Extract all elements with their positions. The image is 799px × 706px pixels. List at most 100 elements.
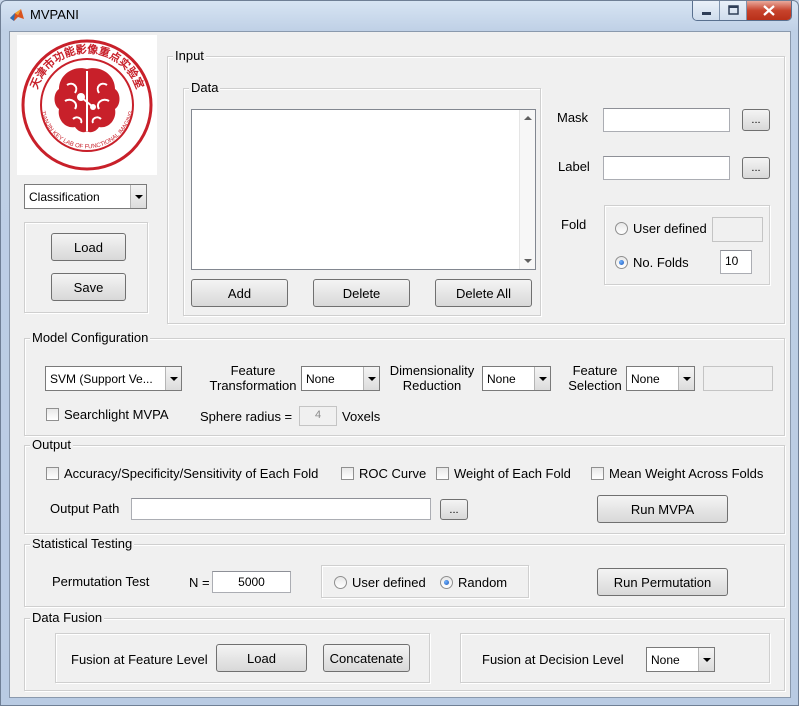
save-button[interactable]: Save — [51, 273, 126, 301]
minimize-button[interactable] — [693, 1, 720, 20]
checkbox-icon — [46, 467, 59, 480]
title-bar[interactable]: MVPANI — [1, 1, 798, 29]
data-fusion-title: Data Fusion — [30, 610, 105, 626]
data-list[interactable] — [191, 109, 536, 270]
sphere-radius-label: Sphere radius = — [200, 409, 293, 424]
chevron-down-icon — [130, 185, 146, 208]
dimensionality-reduction-select[interactable]: None — [482, 366, 551, 391]
no-folds-field[interactable]: 10 — [720, 250, 752, 274]
chevron-down-icon — [698, 648, 714, 671]
mask-field[interactable] — [603, 108, 730, 132]
permutation-mode-panel: User defined Random — [321, 565, 529, 598]
no-folds-radio[interactable]: No. Folds — [615, 255, 689, 270]
decision-fusion-panel: Fusion at Decision Level None — [460, 633, 770, 683]
feature-transformation-select[interactable]: None — [301, 366, 380, 391]
load-button[interactable]: Load — [51, 233, 126, 261]
radio-icon — [334, 576, 347, 589]
window-controls — [692, 1, 792, 21]
run-mvpa-button[interactable]: Run MVPA — [597, 495, 728, 523]
user-defined-fold-field[interactable] — [712, 217, 763, 242]
feature-fusion-panel: Fusion at Feature Level Load Concatenate — [55, 633, 430, 683]
decision-fusion-label: Fusion at Decision Level — [482, 652, 624, 667]
label-field[interactable] — [603, 156, 730, 180]
output-panel: Output Accuracy/Specificity/Sensitivity … — [24, 437, 785, 534]
sphere-radius-field[interactable]: 4 — [299, 406, 337, 426]
close-button[interactable] — [747, 1, 791, 20]
classifier-select[interactable]: SVM (Support Ve... — [45, 366, 182, 391]
data-list-scrollbar[interactable] — [519, 110, 535, 269]
decision-fusion-select[interactable]: None — [646, 647, 715, 672]
scroll-down-icon — [524, 259, 532, 263]
label-label: Label — [558, 159, 590, 174]
data-panel-title: Data — [189, 80, 221, 96]
random-permutation-radio[interactable]: Random — [440, 575, 507, 590]
chevron-down-icon — [534, 367, 550, 390]
concatenate-button[interactable]: Concatenate — [323, 644, 410, 672]
delete-all-button[interactable]: Delete All — [435, 279, 532, 307]
input-panel-title: Input — [173, 48, 206, 64]
fusion-load-button[interactable]: Load — [216, 644, 307, 672]
maximize-button[interactable] — [720, 1, 747, 20]
classifier-value: SVM (Support Ve... — [50, 371, 153, 386]
checkbox-icon — [341, 467, 354, 480]
fold-label: Fold — [561, 217, 587, 232]
stats-panel: Statistical Testing Permutation Test N =… — [24, 536, 785, 607]
label-browse-button[interactable]: ... — [742, 157, 770, 179]
minimize-icon — [702, 12, 711, 15]
radio-selected-icon — [440, 576, 453, 589]
user-defined-fold-label: User defined — [633, 221, 707, 236]
searchlight-checkbox[interactable]: Searchlight MVPA — [46, 407, 169, 422]
run-permutation-button[interactable]: Run Permutation — [597, 568, 728, 596]
accuracy-checkbox[interactable]: Accuracy/Specificity/Sensitivity of Each… — [46, 466, 318, 481]
checkbox-icon — [591, 467, 604, 480]
output-title: Output — [30, 437, 74, 453]
mask-browse-button[interactable]: ... — [742, 109, 770, 131]
accuracy-label: Accuracy/Specificity/Sensitivity of Each… — [64, 466, 319, 481]
model-config-panel: Model Configuration SVM (Support Ve... F… — [24, 330, 785, 436]
user-defined-permutation-radio[interactable]: User defined — [334, 575, 426, 590]
feature-selection-param-field[interactable] — [703, 366, 773, 391]
mode-select[interactable]: Classification — [24, 184, 147, 209]
lab-logo: 天津市功能影像重点实验室 TIANJIN KEY LAB OF FUNCTION… — [17, 35, 157, 175]
mode-select-value: Classification — [29, 189, 100, 204]
weight-each-fold-checkbox[interactable]: Weight of Each Fold — [436, 466, 571, 481]
model-config-title: Model Configuration — [30, 330, 151, 346]
chevron-down-icon — [165, 367, 181, 390]
feature-fusion-label: Fusion at Feature Level — [71, 652, 208, 667]
dimensionality-reduction-line1: Dimensionality — [389, 363, 475, 378]
feature-selection-select[interactable]: None — [626, 366, 695, 391]
feature-selection-line1: Feature — [572, 363, 618, 378]
user-defined-permutation-label: User defined — [352, 575, 426, 590]
roc-curve-label: ROC Curve — [359, 466, 427, 481]
dimensionality-reduction-line2: Reduction — [402, 378, 462, 393]
mean-weight-label: Mean Weight Across Folds — [609, 466, 764, 481]
checkbox-icon — [436, 467, 449, 480]
client-area: 天津市功能影像重点实验室 TIANJIN KEY LAB OF FUNCTION… — [9, 31, 791, 698]
chevron-down-icon — [363, 367, 379, 390]
file-panel: Load Save — [24, 222, 148, 313]
add-button[interactable]: Add — [191, 279, 288, 307]
mask-label: Mask — [557, 110, 589, 125]
feature-transformation-value: None — [306, 371, 335, 386]
feature-selection-label: Feature Selection — [565, 363, 625, 393]
radio-selected-icon — [615, 256, 628, 269]
n-label: N = — [189, 575, 210, 590]
dimensionality-reduction-value: None — [487, 371, 516, 386]
fold-panel: User defined No. Folds 10 — [604, 205, 770, 285]
user-defined-fold-radio[interactable]: User defined — [615, 221, 707, 236]
output-path-field[interactable] — [131, 498, 431, 520]
window-title: MVPANI — [30, 7, 79, 22]
mean-weight-checkbox[interactable]: Mean Weight Across Folds — [591, 466, 763, 481]
roc-curve-checkbox[interactable]: ROC Curve — [341, 466, 426, 481]
delete-button[interactable]: Delete — [313, 279, 410, 307]
close-icon — [763, 5, 775, 16]
maximize-icon — [728, 5, 739, 15]
n-field[interactable]: 5000 — [212, 571, 291, 593]
sphere-radius-unit: Voxels — [342, 409, 381, 424]
data-fusion-panel: Data Fusion Fusion at Feature Level Load… — [24, 610, 785, 691]
weight-each-fold-label: Weight of Each Fold — [454, 466, 571, 481]
feature-selection-line2: Selection — [568, 378, 622, 393]
output-path-browse-button[interactable]: ... — [440, 499, 468, 520]
app-window: MVPANI 天津市功能影像重点实验室 TIANJIN KEY LAB OF F… — [0, 0, 799, 706]
decision-fusion-value: None — [651, 652, 680, 667]
